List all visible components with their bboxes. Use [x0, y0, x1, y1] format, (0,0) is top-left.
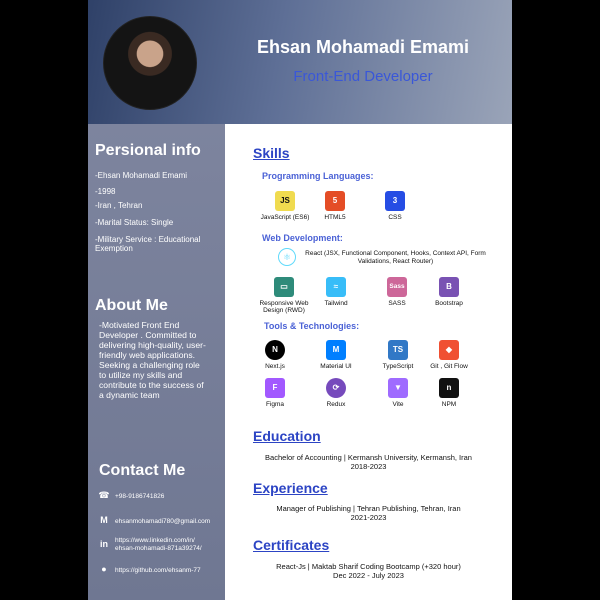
tailwind-icon: ≈ — [326, 277, 346, 297]
github-icon: ● — [101, 564, 107, 574]
person-name: Ehsan Mohamadi Emami — [256, 37, 470, 57]
skill-sass: Sass SASS — [367, 277, 427, 307]
vite-icon: ▼ — [388, 378, 408, 398]
personal-info-heading: Persional info — [95, 142, 201, 159]
material-ui-icon: M — [326, 340, 346, 360]
certificate-dates: Dec 2022 - July 2023 — [333, 571, 404, 580]
sidebar: Persional info -Ehsan Mohamadi Emami -19… — [88, 124, 225, 600]
phone-text: +98-9186741826 — [115, 492, 165, 500]
skill-html5: 5 HTML5 — [305, 191, 365, 221]
phone-icon: ☎ — [98, 490, 110, 500]
resume-page: Ehsan Mohamadi Emami Front-End Developer… — [88, 0, 512, 600]
tool-redux: ⟳ Redux — [306, 378, 366, 408]
nextjs-icon: N — [265, 340, 285, 360]
tool-git: ◆ Git , Git Flow — [419, 340, 479, 370]
contact-github[interactable]: ● https://github.com/ehsanm-77 — [97, 564, 201, 576]
experience-role: Manager of Publishing | Tehran Publishin… — [276, 504, 461, 513]
npm-icon: n — [439, 378, 459, 398]
contact-phone[interactable]: ☎ +98-9186741826 — [97, 490, 164, 502]
experience-heading: Experience — [253, 480, 328, 496]
personal-name: -Ehsan Mohamadi Emami — [95, 171, 188, 180]
sass-icon: Sass — [387, 277, 407, 297]
web-development-heading: Web Development: — [262, 233, 343, 243]
tool-nextjs: N Next.js — [245, 340, 305, 370]
css3-icon: 3 — [385, 191, 405, 211]
personal-birth-year: -1998 — [95, 187, 116, 196]
redux-icon: ⟳ — [326, 378, 346, 398]
job-title: Front-End Developer — [293, 68, 433, 85]
contact-me-heading: Contact Me — [99, 462, 186, 479]
skill-css: 3 CSS — [365, 191, 425, 221]
skill-tailwind: ≈ Tailwind — [306, 277, 366, 307]
personal-marital-status: -Marital Status: Single — [95, 218, 174, 227]
github-text: https://github.com/ehsanm-77 — [115, 566, 201, 574]
email-text: ehsanmohamadi780@gmail.com — [115, 517, 211, 525]
git-icon: ◆ — [439, 340, 459, 360]
typescript-icon: TS — [388, 340, 408, 360]
responsive-devices-icon: ▭ — [274, 277, 294, 297]
personal-military-service: -Military Service : Educational Exemptio… — [95, 235, 201, 253]
education-degree: Bachelor of Accounting | Kermansh Univer… — [265, 453, 472, 462]
about-me-heading: About Me — [95, 297, 168, 314]
skill-responsive-design: ▭ Responsive Web Design (RWD) — [254, 277, 314, 314]
certificates-heading: Certificates — [253, 537, 330, 553]
main-content: Skills Programming Languages: JS JavaScr… — [225, 124, 512, 600]
html5-icon: 5 — [325, 191, 345, 211]
skills-heading: Skills — [253, 145, 290, 161]
react-icon: ⚛ — [278, 248, 296, 266]
react-skills-text: React (JSX, Functional Component, Hooks,… — [305, 250, 486, 265]
profile-photo — [103, 16, 197, 110]
about-me-text: -Motivated Front End Developer . Committ… — [99, 320, 206, 400]
programming-languages-heading: Programming Languages: — [262, 171, 374, 181]
linkedin-text: https://www.linkedin.com/in/ ehsan-moham… — [115, 537, 202, 552]
tool-figma: F Figma — [245, 378, 305, 408]
linkedin-icon: in — [100, 539, 108, 549]
education-heading: Education — [253, 428, 321, 444]
figma-icon: F — [265, 378, 285, 398]
tool-npm: n NPM — [419, 378, 479, 408]
bootstrap-icon: B — [439, 277, 459, 297]
skill-bootstrap: B Bootstrap — [419, 277, 479, 307]
contact-linkedin[interactable]: in https://www.linkedin.com/in/ ehsan-mo… — [97, 537, 222, 553]
certificate-course: React-Js | Maktab Sharif Coding Bootcamp… — [276, 562, 461, 571]
education-years: 2018-2023 — [350, 462, 387, 471]
personal-location: -Iran , Tehran — [95, 201, 143, 210]
mail-icon: M — [100, 515, 108, 525]
experience-years: 2021-2023 — [350, 513, 387, 522]
resume-header: Ehsan Mohamadi Emami Front-End Developer — [88, 0, 512, 124]
contact-email[interactable]: M ehsanmohamadi780@gmail.com — [97, 515, 210, 527]
tools-technologies-heading: Tools & Technologies: — [264, 321, 360, 331]
tool-material-ui: M Material UI — [306, 340, 366, 370]
js-icon: JS — [275, 191, 295, 211]
